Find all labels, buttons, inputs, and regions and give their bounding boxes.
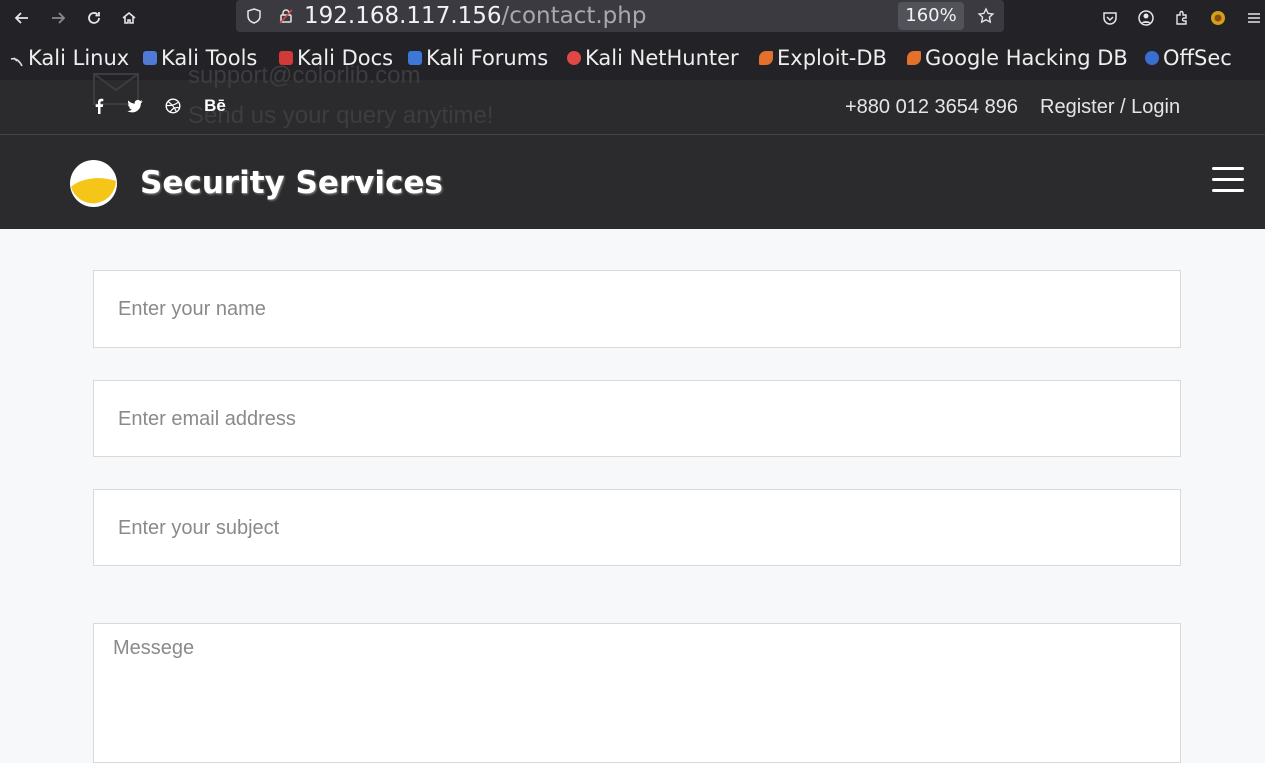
bookmark-google-hacking-db[interactable]: Google Hacking DB xyxy=(907,42,1128,74)
url-path: /contact.php xyxy=(501,3,647,29)
pocket-icon[interactable] xyxy=(1098,6,1122,30)
shield-icon[interactable] xyxy=(242,4,266,28)
bookmark-kali-forums[interactable]: Kali Forums xyxy=(408,42,548,74)
bookmark-label: Google Hacking DB xyxy=(925,46,1128,70)
email-placeholder: Enter email address xyxy=(118,408,296,430)
bookmark-exploit-db[interactable]: Exploit-DB xyxy=(759,42,887,74)
twitter-icon[interactable] xyxy=(124,94,146,118)
url-host: 192.168.117.156 xyxy=(304,3,502,29)
bookmark-label: Kali Linux xyxy=(28,46,130,70)
exploit-db-icon xyxy=(759,51,773,65)
forward-icon[interactable] xyxy=(46,6,70,30)
site-top-bar: support@colorlib.com Send us your query … xyxy=(0,62,1265,135)
kali-dragon-icon xyxy=(10,51,24,67)
app-menu-icon[interactable] xyxy=(1242,6,1265,30)
email-input[interactable]: Enter email address xyxy=(93,380,1181,457)
site-header: Security Services xyxy=(0,135,1265,229)
brand-name[interactable]: Security Services xyxy=(140,165,443,201)
subject-placeholder: Enter your subject xyxy=(118,517,280,539)
ghost-email-text: support@colorlib.com xyxy=(188,62,421,89)
kali-nethunter-icon xyxy=(567,51,581,65)
bookmark-star-icon[interactable] xyxy=(974,4,998,28)
extension-badge-icon[interactable] xyxy=(1206,6,1230,30)
ghost-query-text: Send us your query anytime! xyxy=(188,102,494,129)
browser-toolbar: 192.168.117.156/contact.php 160% xyxy=(0,0,1265,36)
kali-tools-icon xyxy=(143,51,157,65)
logo-mark-icon xyxy=(70,160,117,207)
bookmark-label: Exploit-DB xyxy=(777,46,887,70)
bookmark-kali-nethunter[interactable]: Kali NetHunter xyxy=(567,42,739,74)
bookmark-kali-linux[interactable]: Kali Linux xyxy=(10,42,129,74)
subject-input[interactable]: Enter your subject xyxy=(93,489,1181,566)
insecure-lock-icon[interactable] xyxy=(274,4,298,28)
register-login-link[interactable]: Register / Login xyxy=(1040,94,1180,120)
bookmark-offsec[interactable]: OffSec xyxy=(1145,42,1232,74)
reload-icon[interactable] xyxy=(82,6,106,30)
bookmark-label: Kali Forums xyxy=(426,46,549,70)
home-icon[interactable] xyxy=(117,6,141,30)
name-placeholder: Enter your name xyxy=(118,298,266,320)
url-bar[interactable]: 192.168.117.156/contact.php 160% xyxy=(236,0,1004,32)
dribbble-icon[interactable] xyxy=(162,94,184,118)
offsec-icon xyxy=(1145,51,1159,65)
name-input[interactable]: Enter your name xyxy=(93,270,1181,348)
bookmark-label: Kali NetHunter xyxy=(585,46,739,70)
facebook-icon[interactable] xyxy=(88,94,110,118)
hamburger-menu-icon[interactable] xyxy=(1212,167,1246,195)
bookmark-label: OffSec xyxy=(1163,46,1232,70)
url-text[interactable]: 192.168.117.156/contact.php xyxy=(304,1,646,31)
extensions-icon[interactable] xyxy=(1170,6,1194,30)
phone-number[interactable]: +880 012 3654 896 xyxy=(845,94,1018,120)
ghdb-icon xyxy=(907,51,921,65)
logo[interactable] xyxy=(70,160,117,207)
message-placeholder: Messege xyxy=(113,637,195,659)
message-textarea[interactable]: Messege xyxy=(93,623,1181,763)
behance-icon[interactable]: Bē xyxy=(202,94,228,118)
account-icon[interactable] xyxy=(1134,6,1158,30)
zoom-level-badge[interactable]: 160% xyxy=(898,2,964,30)
back-icon[interactable] xyxy=(10,6,34,30)
